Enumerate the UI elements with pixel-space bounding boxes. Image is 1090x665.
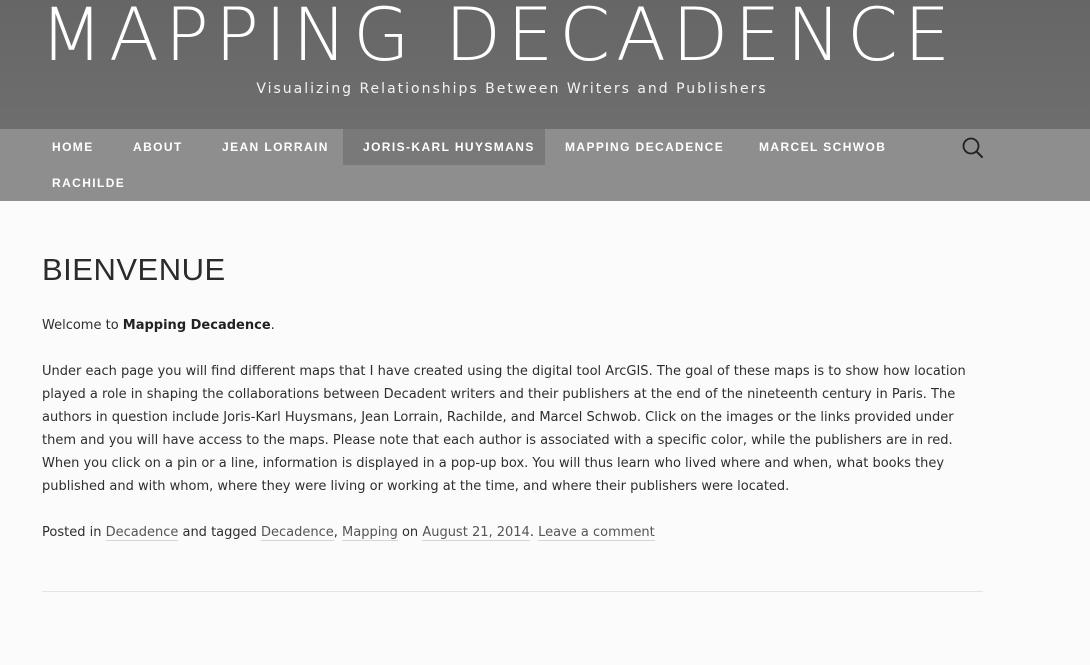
nav-item-jean-lorrain[interactable]: JEAN LORRAIN: [202, 129, 349, 165]
welcome-prefix: Welcome to: [42, 318, 123, 333]
post-divider: [42, 591, 983, 592]
welcome-paragraph: Welcome to Mapping Decadence.: [42, 314, 987, 337]
post-date-link[interactable]: August 21, 2014: [422, 525, 530, 541]
post-meta: Posted in Decadence and tagged Decadence…: [42, 521, 987, 544]
main-nav: HOME ABOUT JEAN LORRAIN JORIS-KARL HUYSM…: [0, 129, 1090, 201]
site-tagline: Visualizing Relationships Between Writer…: [256, 81, 768, 97]
welcome-suffix: .: [270, 318, 275, 333]
meta-comma: ,: [333, 525, 343, 540]
site-header: MAPPING DECADENCE Visualizing Relationsh…: [0, 0, 1090, 129]
nav-item-joris-karl-huysmans[interactable]: JORIS-KARL HUYSMANS: [343, 129, 545, 165]
meta-period: .: [529, 525, 539, 540]
search-icon[interactable]: [960, 136, 984, 160]
nav-item-rachilde[interactable]: RACHILDE: [32, 165, 145, 201]
tag-link-mapping[interactable]: Mapping: [342, 525, 398, 541]
welcome-bold: Mapping Decadence: [122, 318, 271, 333]
nav-item-about[interactable]: ABOUT: [113, 129, 203, 165]
meta-and-tagged: and tagged: [178, 525, 262, 540]
nav-item-home[interactable]: HOME: [32, 129, 114, 165]
nav-item-mapping-decadence[interactable]: MAPPING DECADENCE: [545, 129, 744, 165]
tag-link-decadence[interactable]: Decadence: [261, 525, 334, 541]
category-link[interactable]: Decadence: [105, 525, 179, 541]
meta-posted-in: Posted in: [42, 525, 106, 540]
nav-item-marcel-schwob[interactable]: MARCEL SCHWOB: [739, 129, 906, 165]
site-title[interactable]: MAPPING DECADENCE: [40, 0, 956, 76]
leave-comment-link[interactable]: Leave a comment: [538, 525, 655, 541]
post-title[interactable]: BIENVENUE: [42, 250, 226, 290]
meta-on: on: [397, 525, 423, 540]
post-body: Under each page you will find different …: [42, 364, 966, 494]
